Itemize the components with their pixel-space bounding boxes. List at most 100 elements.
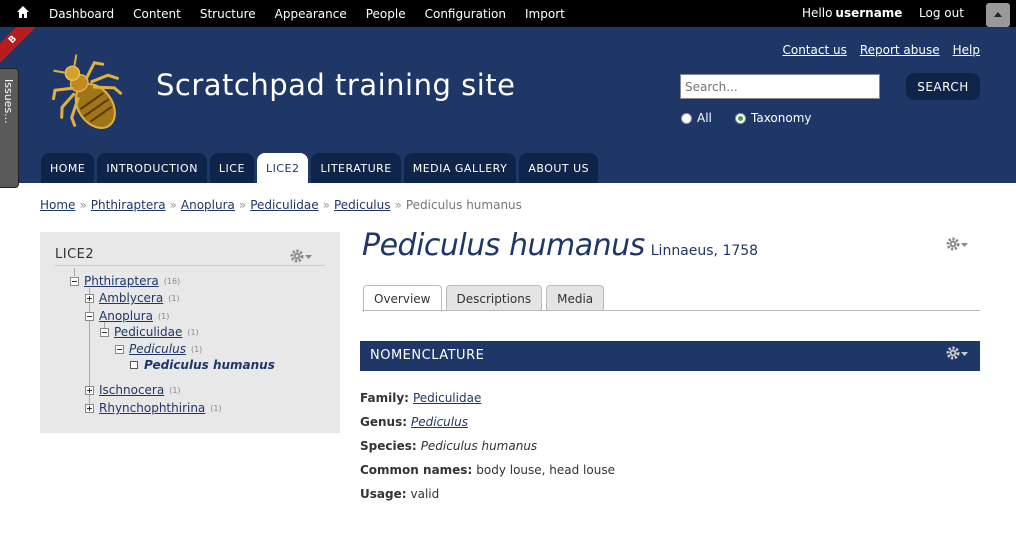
tree-item-ischnocera: Ischnocera (1) (85, 383, 181, 397)
admin-menu-import[interactable]: Import (525, 7, 565, 21)
tab-lice2[interactable]: LICE2 (256, 153, 309, 183)
tab-about-us[interactable]: ABOUT US (519, 153, 599, 183)
breadcrumb-separator: » (79, 198, 87, 212)
tree-count: (1) (158, 311, 170, 321)
family-link[interactable]: Pediculidae (413, 391, 481, 405)
radio-all-option[interactable]: All (681, 111, 712, 125)
radio-taxonomy-label: Taxonomy (751, 111, 812, 125)
toolbar-toggle-button[interactable] (986, 3, 1010, 27)
field-family: Family: Pediculidae (360, 391, 481, 405)
field-usage-label: Usage: (360, 487, 407, 501)
user-greeting: Hello username (802, 6, 902, 20)
breadcrumb-anoplura[interactable]: Anoplura (181, 198, 235, 212)
secondary-links: Contact us Report abuse Help (782, 43, 980, 57)
field-genus: Genus: Pediculus (360, 415, 468, 429)
home-icon[interactable] (16, 5, 30, 19)
site-name[interactable]: Scratchpad training site (156, 68, 516, 102)
breadcrumb: Home» Phthiraptera» Anoplura» Pediculidae» P… (40, 198, 522, 212)
site-logo-louse-icon[interactable] (43, 52, 135, 142)
tab-descriptions[interactable]: Descriptions (445, 285, 543, 311)
nomenclature-header: NOMENCLATURE (360, 341, 980, 371)
admin-menu-configuration[interactable]: Configuration (425, 7, 506, 21)
main-navigation: HOME INTRODUCTION LICE LICE2 LITERATURE … (41, 153, 599, 183)
username-link[interactable]: username (835, 6, 902, 20)
taxon-authority: Linnaeus, 1758 (650, 243, 759, 259)
breadcrumb-home[interactable]: Home (40, 198, 75, 212)
page-title: Pediculus humanus Linnaeus, 1758 (362, 228, 758, 263)
beta-ribbon: B (0, 27, 40, 67)
field-usage: Usage: valid (360, 487, 439, 501)
sidebar-title-divider (55, 265, 325, 266)
tree-count: (1) (190, 344, 203, 354)
collapse-icon[interactable] (115, 344, 124, 354)
taxon-name: Pediculus humanus (362, 228, 645, 263)
report-abuse-link[interactable]: Report abuse (860, 43, 940, 57)
content-gear-icon[interactable] (946, 237, 972, 251)
field-common-names-label: Common names: (360, 463, 473, 477)
breadcrumb-separator: » (238, 198, 247, 212)
search-button[interactable]: SEARCH (906, 73, 980, 100)
tree-count: (1) (210, 403, 222, 413)
expand-icon[interactable] (85, 293, 94, 303)
tree-count: (16) (163, 276, 181, 286)
tab-introduction[interactable]: INTRODUCTION (97, 153, 207, 183)
ribbon-text: B (0, 27, 40, 67)
tab-lice[interactable]: LICE (209, 153, 254, 183)
admin-menu-content[interactable]: Content (133, 7, 181, 21)
tree-count: (1) (187, 327, 199, 337)
nomenclature-gear-icon[interactable] (946, 346, 972, 360)
logout-link[interactable]: Log out (919, 6, 964, 20)
contact-us-link[interactable]: Contact us (782, 43, 846, 57)
genus-link[interactable]: Pediculus (411, 415, 468, 429)
admin-menu-people[interactable]: People (366, 7, 406, 21)
field-common-names: Common names: body louse, head louse (360, 463, 615, 477)
tab-media-gallery[interactable]: MEDIA GALLERY (403, 153, 517, 183)
breadcrumb-phthiraptera[interactable]: Phthiraptera (91, 198, 166, 212)
breadcrumb-pediculus[interactable]: Pediculus (334, 198, 391, 212)
tab-media[interactable]: Media (546, 285, 605, 311)
admin-menu-dashboard[interactable]: Dashboard (49, 7, 114, 21)
radio-taxonomy-option[interactable]: Taxonomy (735, 111, 812, 125)
tab-overview[interactable]: Overview (363, 285, 442, 312)
content-tabs: Overview Descriptions Media (363, 285, 605, 312)
tree-item-anoplura: Anoplura (1) (85, 309, 169, 323)
tree-item-pediculus-humanus: Pediculus humanus (130, 358, 275, 372)
breadcrumb-separator: » (394, 198, 402, 212)
block-gear-icon[interactable] (290, 249, 316, 263)
tab-literature[interactable]: LITERATURE (311, 153, 401, 183)
tree-item-rhynchophthirina: Rhynchophthirina (1) (85, 401, 222, 415)
collapse-icon[interactable] (100, 327, 109, 337)
tree-item-pediculidae: Pediculidae (1) (100, 325, 199, 339)
admin-menu: Dashboard Content Structure Appearance P… (49, 0, 584, 27)
tree-link-rhynchophthirina[interactable]: Rhynchophthirina (99, 401, 205, 415)
breadcrumb-separator: » (169, 198, 177, 212)
expand-icon[interactable] (85, 385, 94, 395)
leaf-icon (130, 361, 138, 369)
field-species: Species: Pediculus humanus (360, 439, 537, 453)
admin-menu-appearance[interactable]: Appearance (275, 7, 347, 21)
expand-icon[interactable] (85, 403, 94, 413)
radio-all-label: All (697, 111, 712, 125)
collapse-icon[interactable] (85, 311, 94, 321)
search-input[interactable] (680, 74, 880, 99)
collapse-icon[interactable] (70, 276, 79, 286)
tree-current-pediculus-humanus[interactable]: Pediculus humanus (144, 358, 275, 372)
tree-link-anoplura[interactable]: Anoplura (99, 309, 153, 323)
radio-taxonomy[interactable] (735, 112, 746, 124)
breadcrumb-separator: » (322, 198, 330, 212)
radio-all[interactable] (681, 112, 692, 124)
tree-link-pediculus[interactable]: Pediculus (129, 342, 186, 356)
admin-menu-structure[interactable]: Structure (200, 7, 256, 21)
tree-item-amblycera: Amblycera (1) (85, 291, 180, 305)
tree-link-phthiraptera[interactable]: Phthiraptera (84, 274, 159, 288)
issues-tab[interactable]: Issues... (0, 68, 19, 188)
help-link[interactable]: Help (953, 43, 980, 57)
breadcrumb-pediculidae[interactable]: Pediculidae (250, 198, 318, 212)
tree-count: (1) (169, 385, 181, 395)
tree-link-pediculidae[interactable]: Pediculidae (114, 325, 182, 339)
field-genus-label: Genus: (360, 415, 408, 429)
tree-link-amblycera[interactable]: Amblycera (99, 291, 163, 305)
tree-link-ischnocera[interactable]: Ischnocera (99, 383, 164, 397)
tab-home[interactable]: HOME (41, 153, 95, 183)
tabs-divider (362, 310, 980, 311)
